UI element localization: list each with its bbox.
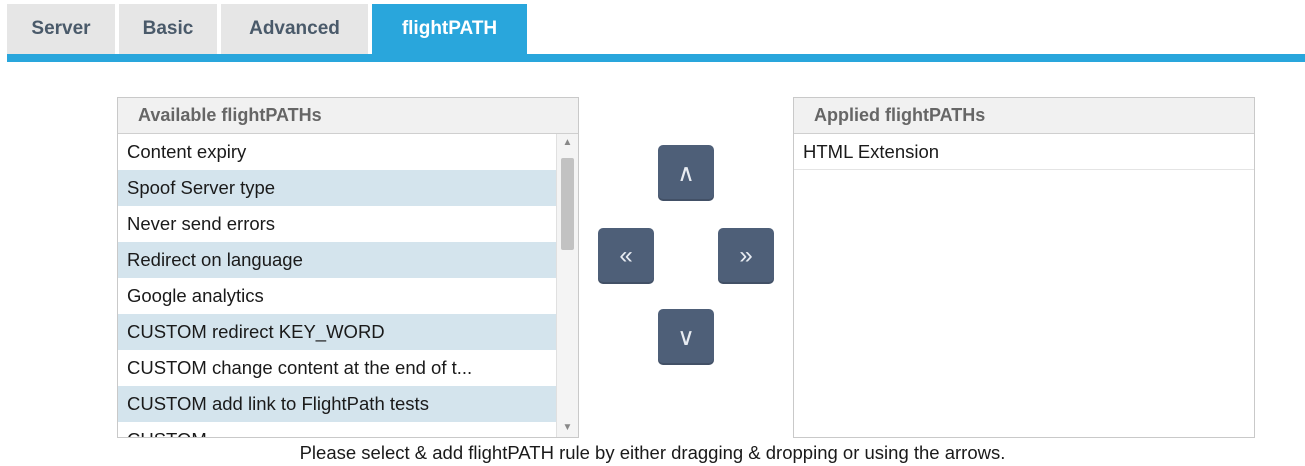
list-item[interactable]: Spoof Server type (118, 170, 556, 206)
double-chevron-left-icon: « (619, 242, 633, 269)
chevron-down-icon: ∨ (677, 323, 695, 351)
double-chevron-right-icon: » (739, 242, 753, 269)
instruction-text: Please select & add flightPATH rule by e… (299, 442, 1006, 463)
available-list-scrollbar[interactable]: ▲ ▼ (556, 134, 578, 437)
available-flightpaths-list[interactable]: Content expiry Spoof Server type Never s… (118, 134, 556, 437)
tab-flightpath[interactable]: flightPATH (372, 4, 527, 54)
remove-button[interactable]: « (598, 228, 654, 284)
applied-flightpaths-list[interactable]: HTML Extension (794, 134, 1254, 437)
tab-underline (7, 54, 1305, 62)
list-item[interactable]: CUSTOM change content at the end of t... (118, 350, 556, 386)
scroll-thumb[interactable] (561, 158, 574, 250)
list-item[interactable]: CUSTOM ... ... ... (118, 422, 556, 437)
list-item[interactable]: Google analytics (118, 278, 556, 314)
tab-advanced[interactable]: Advanced (221, 4, 368, 54)
list-item[interactable]: HTML Extension (794, 134, 1254, 170)
list-item[interactable]: Never send errors (118, 206, 556, 242)
move-down-button[interactable]: ∨ (658, 309, 714, 365)
tab-bar: Server Basic Advanced flightPATH (0, 0, 1305, 62)
list-item[interactable]: CUSTOM redirect KEY_WORD (118, 314, 556, 350)
move-up-button[interactable]: ∧ (658, 145, 714, 201)
applied-flightpaths-panel[interactable]: Applied flightPATHs HTML Extension (793, 97, 1255, 438)
scroll-down-arrow-icon[interactable]: ▼ (557, 419, 578, 437)
applied-flightpaths-header: Applied flightPATHs (794, 98, 1254, 134)
available-flightpaths-header: Available flightPATHs (118, 98, 578, 134)
add-button[interactable]: » (718, 228, 774, 284)
tab-server[interactable]: Server (7, 4, 115, 54)
available-flightpaths-panel[interactable]: Available flightPATHs Content expiry Spo… (117, 97, 579, 438)
scroll-up-arrow-icon[interactable]: ▲ (557, 134, 578, 152)
list-item[interactable]: CUSTOM add link to FlightPath tests (118, 386, 556, 422)
list-item[interactable]: Content expiry (118, 134, 556, 170)
tab-basic[interactable]: Basic (119, 4, 217, 54)
list-item[interactable]: Redirect on language (118, 242, 556, 278)
chevron-up-icon: ∧ (677, 159, 695, 187)
